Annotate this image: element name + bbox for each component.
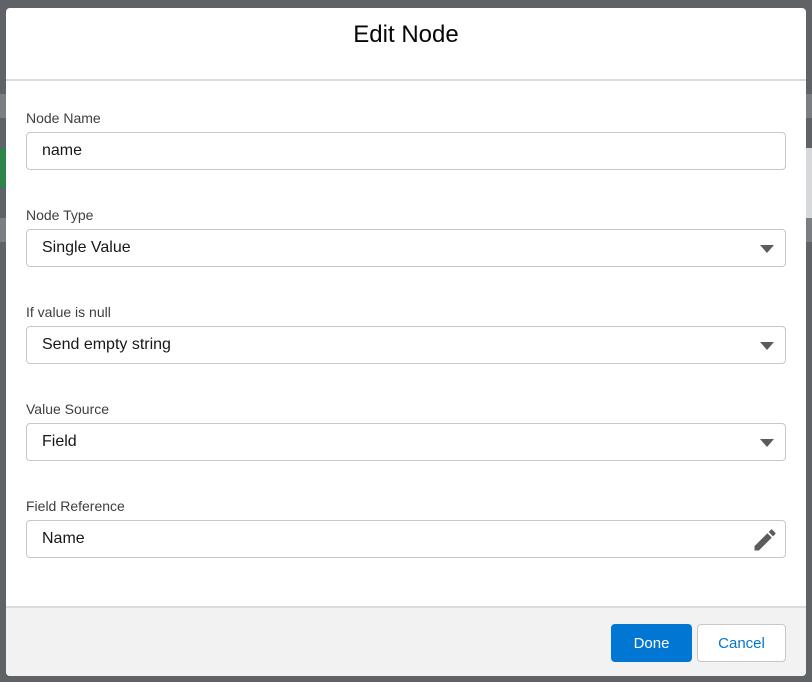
value-source-field: Value Source Field — [26, 400, 786, 461]
if-null-value: Send empty string — [42, 336, 171, 353]
value-source-select[interactable]: Field — [26, 423, 786, 461]
field-reference-field: Field Reference Name — [26, 497, 786, 558]
done-button[interactable]: Done — [611, 624, 692, 662]
node-type-value: Single Value — [42, 239, 131, 256]
pencil-icon[interactable] — [751, 526, 779, 554]
node-name-value: name — [42, 142, 83, 159]
value-source-value: Field — [42, 433, 77, 450]
chevron-down-icon — [760, 439, 774, 447]
node-type-label: Node Type — [26, 207, 94, 223]
if-null-field: If value is null Send empty string — [26, 303, 786, 364]
node-type-field: Node Type Single Value — [26, 206, 786, 267]
value-source-label: Value Source — [26, 401, 110, 417]
modal-footer: Done Cancel — [6, 606, 806, 676]
backdrop-right-panel — [806, 148, 812, 218]
chevron-down-icon — [760, 342, 774, 350]
if-null-select[interactable]: Send empty string — [26, 326, 786, 364]
if-null-label: If value is null — [26, 304, 111, 320]
node-type-select[interactable]: Single Value — [26, 229, 786, 267]
modal-title: Edit Node — [353, 21, 459, 49]
node-name-input[interactable]: name — [26, 132, 786, 170]
edit-node-modal: Edit Node Node Name name Node Type Singl… — [6, 8, 806, 676]
chevron-down-icon — [760, 245, 774, 253]
node-name-label: Node Name — [26, 110, 101, 126]
field-reference-input[interactable]: Name — [26, 520, 786, 558]
modal-header: Edit Node — [6, 8, 806, 81]
field-reference-value: Name — [42, 530, 85, 547]
cancel-button[interactable]: Cancel — [697, 624, 786, 662]
field-reference-label: Field Reference — [26, 498, 125, 514]
node-name-field: Node Name name — [26, 109, 786, 170]
backdrop-right-bar — [806, 218, 812, 242]
